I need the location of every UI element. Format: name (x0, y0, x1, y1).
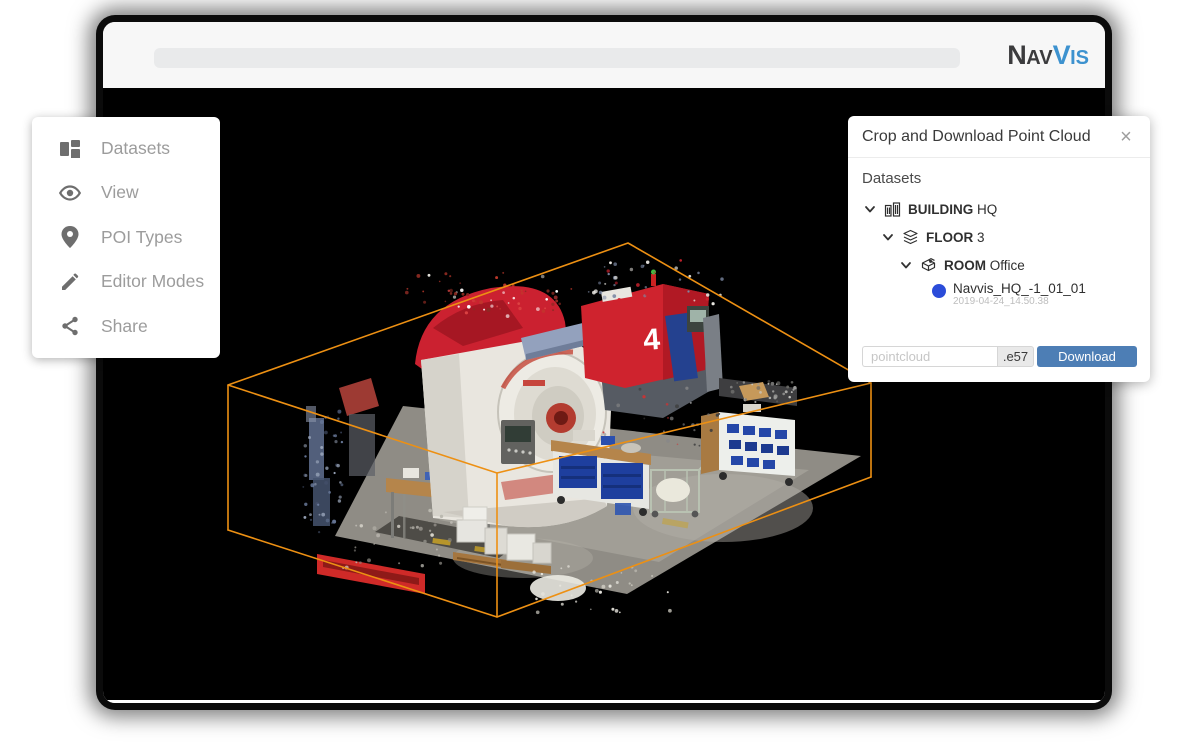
room-icon (920, 257, 937, 274)
map-pin-icon (59, 226, 81, 249)
sidebar-item-label: View (101, 182, 139, 203)
browser-chrome: NAVVIS (103, 22, 1105, 88)
datasets-section-label: Datasets (862, 170, 922, 187)
tree-row-room[interactable]: ROOM Office (862, 251, 1136, 279)
chevron-down-icon[interactable] (864, 203, 876, 215)
main-menu-panel: Datasets View POI Types Editor Modes Sha… (32, 117, 220, 358)
tree-row-dataset[interactable]: Navvis_HQ_-1_01_01 2019-04-24_14.50.38 (862, 281, 1136, 308)
sidebar-item-share[interactable]: Share (32, 304, 220, 349)
tree-row-label: BUILDING HQ (908, 201, 998, 217)
file-extension-select[interactable]: .e57 (997, 346, 1034, 367)
eye-icon (59, 182, 81, 204)
floor-icon (902, 229, 919, 246)
tree-row-building[interactable]: BUILDING HQ (862, 195, 1136, 223)
chevron-down-icon[interactable] (882, 231, 894, 243)
panel-body: Datasets BUILDING HQ FLOOR 3 ROOM Office… (848, 158, 1150, 308)
sidebar-item-label: POI Types (101, 226, 183, 247)
screenshot-stage: NAVVIS 4 Datasets View POI Types Editor … (0, 0, 1200, 749)
address-bar[interactable] (154, 48, 960, 68)
navvis-logo: NAVVIS (1007, 40, 1089, 70)
sidebar-item-datasets[interactable]: Datasets (32, 126, 220, 171)
tree-row-label: ROOM Office (944, 257, 1025, 273)
logo-part: AV (1026, 47, 1053, 69)
chevron-down-icon[interactable] (900, 259, 912, 271)
dataset-timestamp: 2019-04-24_14.50.38 (953, 296, 1049, 307)
logo-part: V (1052, 40, 1071, 70)
tree-row-floor[interactable]: FLOOR 3 (862, 223, 1136, 251)
logo-part: IS (1070, 47, 1089, 69)
building-icon (884, 201, 901, 218)
sidebar-item-poi-types[interactable]: POI Types (32, 215, 220, 260)
dataset-dot-icon (932, 284, 946, 298)
download-button[interactable]: Download (1037, 346, 1137, 367)
sidebar-item-label: Editor Modes (101, 271, 205, 292)
window-bottom-edge (103, 700, 1105, 703)
panel-header: Crop and Download Point Cloud × (848, 116, 1150, 158)
panel-title: Crop and Download Point Cloud (862, 128, 1091, 145)
dataset-name: Navvis_HQ_-1_01_01 (953, 281, 1086, 296)
crop-download-panel: Crop and Download Point Cloud × Datasets (848, 116, 1150, 382)
dataset-info: Navvis_HQ_-1_01_01 2019-04-24_14.50.38 (953, 281, 1086, 308)
filename-input[interactable] (862, 346, 997, 367)
machine-number-label: 4 (642, 323, 661, 357)
sidebar-item-label: Datasets (101, 137, 171, 158)
share-icon (59, 315, 81, 337)
download-row: .e57 Download (862, 346, 1137, 367)
close-icon[interactable]: × (1114, 125, 1138, 149)
sidebar-item-editor-modes[interactable]: Editor Modes (32, 260, 220, 305)
sidebar-item-label: Share (101, 315, 148, 336)
dashboard-icon (59, 137, 81, 159)
tree-row-label: FLOOR 3 (926, 229, 985, 245)
logo-part: N (1007, 40, 1027, 70)
sidebar-item-view[interactable]: View (32, 171, 220, 216)
pencil-icon (59, 271, 81, 293)
